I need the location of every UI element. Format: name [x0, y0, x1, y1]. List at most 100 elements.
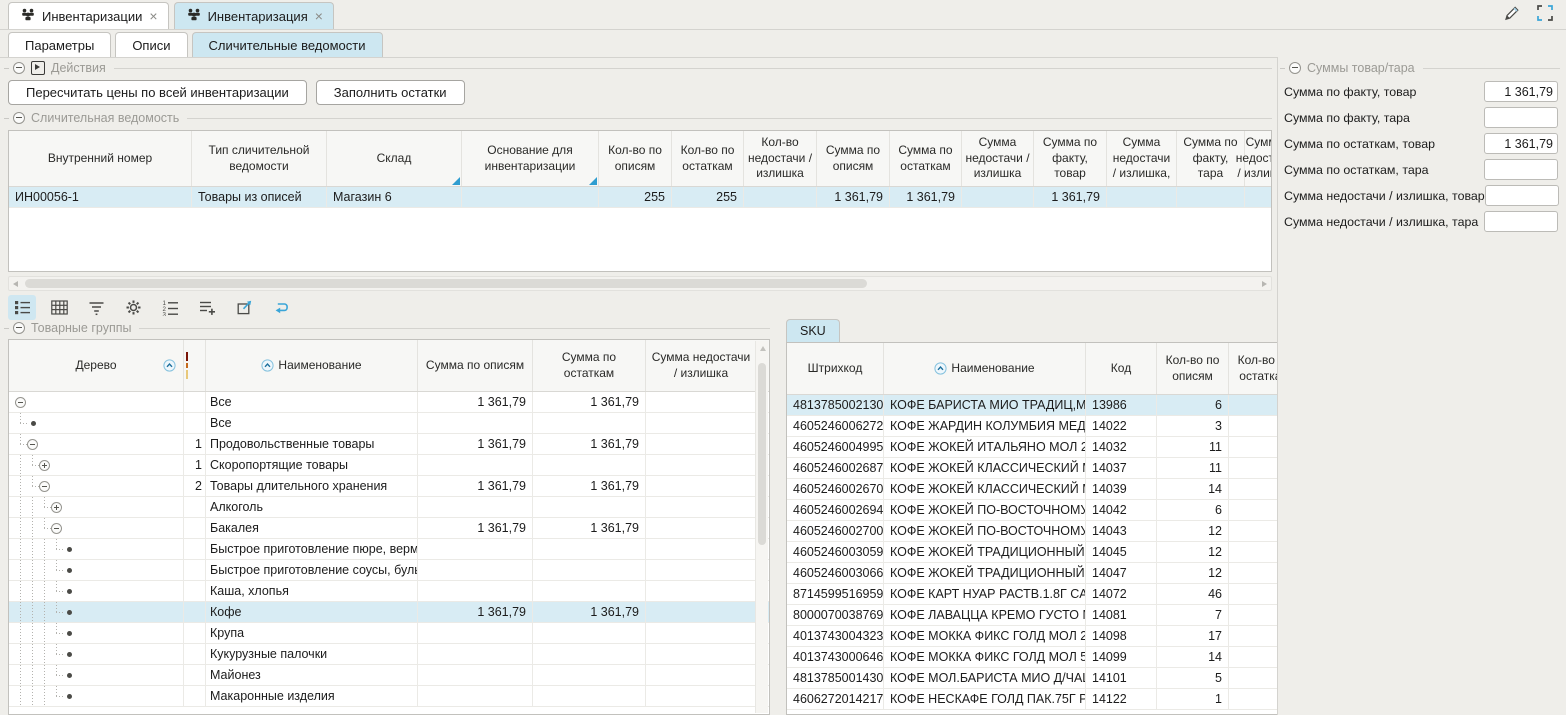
tree-row-number — [184, 392, 206, 412]
tree-row[interactable]: Кукурузные палочки — [9, 644, 769, 665]
column-header[interactable]: Кол-во по остаткам — [672, 131, 744, 186]
ost-tovar-input[interactable] — [1484, 133, 1558, 154]
edit-pencil-icon[interactable] — [1502, 3, 1522, 26]
scroll-left-icon[interactable] — [13, 281, 18, 287]
table-cell — [962, 187, 1034, 207]
sort-asc-icon[interactable] — [261, 359, 274, 372]
tree-row[interactable]: 2Товары длительного хранения1 361,791 36… — [9, 476, 769, 497]
collapse-group-icon[interactable] — [1289, 62, 1301, 74]
column-header[interactable]: Склад — [327, 131, 462, 186]
leaf-node-icon[interactable] — [63, 694, 75, 699]
fact-tovar-input[interactable] — [1484, 81, 1558, 102]
column-header[interactable]: Сумма по описям — [817, 131, 890, 186]
expand-node-icon[interactable] — [51, 502, 62, 513]
reload-icon[interactable] — [267, 295, 295, 320]
tab-sku[interactable]: SKU — [786, 319, 840, 342]
subtab-opisi[interactable]: Описи — [115, 32, 187, 57]
column-header[interactable]: Наименование — [884, 343, 1086, 394]
fact-tara-input[interactable] — [1484, 107, 1558, 128]
tree-row[interactable]: Майонез — [9, 665, 769, 686]
close-icon[interactable]: × — [149, 11, 157, 21]
tab-inventory-active[interactable]: Инвентаризация × — [174, 2, 334, 29]
column-header[interactable]: Кол-во недостачи / излишка — [744, 131, 817, 186]
tree-row[interactable]: 1Скоропортящие товары — [9, 455, 769, 476]
filter-icon[interactable] — [82, 295, 110, 320]
fullscreen-icon[interactable] — [1536, 4, 1554, 25]
open-external-icon[interactable] — [230, 295, 258, 320]
tree-row[interactable]: Крупа — [9, 623, 769, 644]
column-header-number[interactable] — [184, 340, 206, 391]
leaf-node-icon[interactable] — [63, 610, 75, 615]
collapse-group-icon[interactable] — [13, 62, 25, 74]
grid-view-icon[interactable] — [45, 295, 73, 320]
column-header[interactable]: Штрихкод — [787, 343, 884, 394]
leaf-node-icon[interactable] — [63, 589, 75, 594]
column-header[interactable]: Сумма недостачи / излишка — [1245, 131, 1272, 186]
leaf-node-icon[interactable] — [63, 652, 75, 657]
expand-node-icon[interactable] — [39, 460, 50, 471]
subtab-parameters[interactable]: Параметры — [8, 32, 111, 57]
tree-row[interactable]: Каша, хлопья — [9, 581, 769, 602]
close-icon[interactable]: × — [315, 11, 323, 21]
add-list-icon[interactable] — [193, 295, 221, 320]
column-header-sum-ost[interactable]: Сумма по остаткам — [533, 340, 646, 391]
sort-asc-icon[interactable] — [163, 359, 176, 372]
scroll-right-icon[interactable] — [1262, 281, 1267, 287]
scrollbar-thumb[interactable] — [25, 279, 867, 288]
leaf-node-icon[interactable] — [63, 631, 75, 636]
column-header[interactable]: Сумма недостачи / излишка — [962, 131, 1034, 186]
run-actions-icon[interactable] — [31, 61, 45, 75]
tree-row[interactable]: Быстрое приготовление соусы, бульон — [9, 560, 769, 581]
tab-label: Инвентаризация — [208, 9, 308, 24]
column-header[interactable]: Кол-во по описям — [599, 131, 672, 186]
leaf-node-icon[interactable] — [63, 568, 75, 573]
tree-row[interactable]: Все1 361,791 361,79 — [9, 392, 769, 413]
settings-gear-icon[interactable] — [119, 295, 147, 320]
collapse-node-icon[interactable] — [39, 481, 50, 492]
column-header[interactable]: Тип сличительной ведомости — [192, 131, 327, 186]
collapse-group-icon[interactable] — [13, 322, 25, 334]
leaf-node-icon[interactable] — [27, 421, 39, 426]
ned-tara-input[interactable] — [1484, 211, 1558, 232]
scrollbar-thumb[interactable] — [758, 363, 766, 545]
tree-row[interactable]: Макаронные изделия — [9, 686, 769, 707]
column-header[interactable]: Внутренний номер — [9, 131, 192, 186]
leaf-node-icon[interactable] — [63, 547, 75, 552]
leaf-node-icon[interactable] — [63, 673, 75, 678]
column-header[interactable]: Основание для инвентаризации — [462, 131, 599, 186]
tree-row[interactable]: Кофе1 361,791 361,79 — [9, 602, 769, 623]
tree-row-number — [184, 686, 206, 706]
column-header[interactable]: Код — [1086, 343, 1157, 394]
column-header[interactable]: Кол-во по описям — [1157, 343, 1229, 394]
horizontal-scrollbar[interactable] — [8, 276, 1272, 291]
recalc-prices-button[interactable]: Пересчитать цены по всей инвентаризации — [8, 80, 307, 105]
tree-row[interactable]: Все — [9, 413, 769, 434]
sort-asc-icon[interactable] — [934, 362, 947, 375]
scroll-up-icon[interactable] — [760, 346, 766, 351]
tree-row[interactable]: Бакалея1 361,791 361,79 — [9, 518, 769, 539]
fill-balances-button[interactable]: Заполнить остатки — [316, 80, 465, 105]
numbered-list-icon[interactable]: 123 — [156, 295, 184, 320]
table-row[interactable]: ИН00056-1Товары из описейМагазин 6255255… — [9, 187, 1271, 208]
vertical-scrollbar[interactable] — [755, 341, 768, 713]
column-header-tree[interactable]: Дерево — [9, 340, 184, 391]
collapse-group-icon[interactable] — [13, 112, 25, 124]
column-header[interactable]: Сумма недостачи / излишка, — [1107, 131, 1177, 186]
tree-cell — [9, 392, 184, 412]
column-header[interactable]: Сумма по факту, товар — [1034, 131, 1107, 186]
column-header-sum-ned[interactable]: Сумма недостачи / излишка — [646, 340, 756, 391]
tree-row[interactable]: Алкоголь — [9, 497, 769, 518]
tree-row[interactable]: Быстрое приготовление пюре, вермиш — [9, 539, 769, 560]
column-header-name[interactable]: Наименование — [206, 340, 418, 391]
ned-tovar-input[interactable] — [1485, 185, 1559, 206]
column-header-sum-opis[interactable]: Сумма по описям — [418, 340, 533, 391]
collapse-node-icon[interactable] — [15, 397, 26, 408]
collapse-node-icon[interactable] — [51, 523, 62, 534]
tab-inventories[interactable]: Инвентаризации × — [8, 2, 169, 29]
list-view-icon[interactable] — [8, 295, 36, 320]
tree-row[interactable]: 1Продовольственные товары1 361,791 361,7… — [9, 434, 769, 455]
column-header[interactable]: Сумма по остаткам — [890, 131, 962, 186]
subtab-comparison-statements[interactable]: Сличительные ведомости — [192, 32, 383, 57]
ost-tara-input[interactable] — [1484, 159, 1558, 180]
collapse-node-icon[interactable] — [27, 439, 38, 450]
